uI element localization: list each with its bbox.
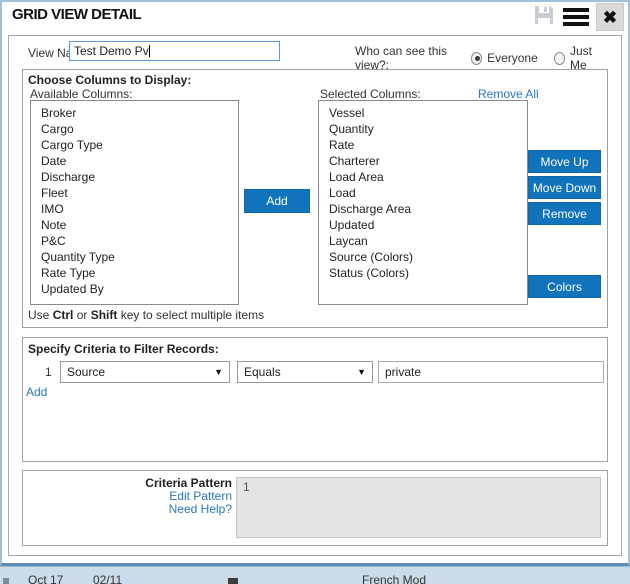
columns-section-title: Choose Columns to Display: [28,73,191,87]
list-item[interactable]: Quantity [319,121,527,137]
list-item[interactable]: P&C [31,233,238,249]
list-item[interactable]: Quantity Type [31,249,238,265]
screen: Oct 17 02/11 French Mod GRID VIEW DETAIL [0,0,630,584]
need-help-link[interactable]: Need Help? [32,503,232,516]
bg-cell-laycan: 02/11 [93,573,122,584]
radio-just-me[interactable] [554,52,565,65]
list-item[interactable]: Laycan [319,233,527,249]
grid-view-detail-dialog: GRID VIEW DETAIL ✖ View Na [0,0,630,566]
criteria-pattern-section: Criteria Pattern Edit Pattern Need Help?… [22,470,608,546]
list-item[interactable]: Note [31,217,238,233]
list-item[interactable]: Discharge [31,169,238,185]
view-name-input[interactable]: Test Demo Pv [69,41,280,61]
menu-button[interactable] [562,3,590,31]
list-item[interactable]: Updated By [31,281,238,297]
close-button[interactable]: ✖ [596,3,624,31]
available-columns-list[interactable]: Broker Cargo Cargo Type Date Discharge F… [30,100,239,305]
list-item[interactable]: Load Area [319,169,527,185]
visibility-radio-group: Who can see this view?: Everyone Just Me [355,44,621,72]
add-criteria-link[interactable]: Add [26,385,47,399]
row-flag-icon [228,578,238,584]
filter-criteria-section: Specify Criteria to Filter Records: 1 So… [22,337,608,462]
criteria-row-index: 1 [45,365,52,379]
list-item[interactable]: Fleet [31,185,238,201]
colors-button[interactable]: Colors [528,275,601,298]
list-item[interactable]: Vessel [319,101,527,121]
list-item[interactable]: IMO [31,201,238,217]
dialog-title: GRID VIEW DETAIL [12,6,141,23]
save-icon [532,3,556,32]
multi-select-hint: Use Ctrl or Shift key to select multiple… [28,308,264,322]
chevron-down-icon: ▼ [357,367,366,377]
save-button[interactable] [530,3,558,31]
dialog-body: View Name: Test Demo Pv Who can see this… [8,35,622,556]
list-item[interactable]: Status (Colors) [319,265,527,281]
selected-columns-label: Selected Columns: [320,87,421,101]
add-columns-button[interactable]: Add [244,189,310,213]
criteria-operator-select[interactable]: Equals ▼ [237,361,373,383]
row-marker-icon [3,578,9,584]
chevron-down-icon: ▼ [214,367,223,377]
move-down-button[interactable]: Move Down [528,176,601,199]
criteria-value-input[interactable]: private [378,361,604,383]
remove-button[interactable]: Remove [528,202,601,225]
bg-cell-date: Oct 17 [28,573,63,584]
list-item[interactable]: Date [31,153,238,169]
radio-just-me-label: Just Me [570,44,605,72]
move-up-button[interactable]: Move Up [528,150,601,173]
visibility-label: Who can see this view?: [355,44,463,72]
list-item[interactable]: Source (Colors) [319,249,527,265]
text-caret [149,45,150,57]
close-icon: ✖ [603,9,617,26]
available-columns-label: Available Columns: [30,87,133,101]
list-item[interactable]: Updated [319,217,527,233]
remove-all-link[interactable]: Remove All [478,87,539,101]
hamburger-icon [563,5,589,29]
selected-columns-list[interactable]: Vessel Quantity Rate Charterer Load Area… [318,100,528,305]
list-item[interactable]: Cargo [31,121,238,137]
list-item[interactable]: Load [319,185,527,201]
columns-section: Choose Columns to Display: Available Col… [22,69,608,328]
list-item[interactable]: Rate [319,137,527,153]
list-item[interactable]: Discharge Area [319,201,527,217]
list-item[interactable]: Rate Type [31,265,238,281]
background-grid-row: Oct 17 02/11 French Mod [0,566,630,584]
filter-section-title: Specify Criteria to Filter Records: [28,342,219,356]
bg-cell-vessel: French Mod [362,573,426,584]
radio-everyone-label: Everyone [487,51,538,65]
list-item[interactable]: Charterer [319,153,527,169]
list-item[interactable]: Broker [31,101,238,121]
radio-everyone[interactable] [471,52,482,65]
criteria-pattern-textarea[interactable]: 1 [236,477,601,538]
list-item[interactable]: Cargo Type [31,137,238,153]
criteria-field-select[interactable]: Source ▼ [60,361,230,383]
